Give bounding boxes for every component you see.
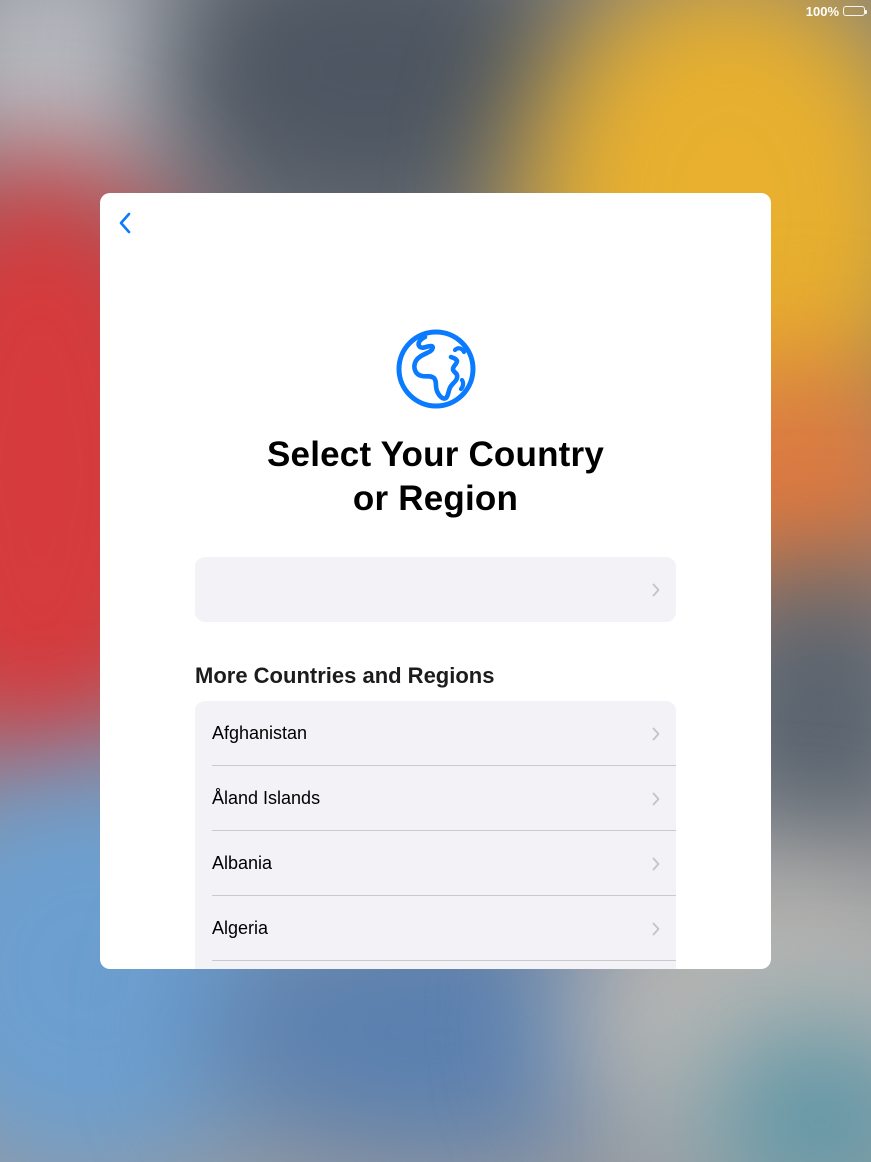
section-header: More Countries and Regions (195, 663, 495, 688)
chevron-right-icon (652, 727, 660, 740)
chevron-right-icon (652, 792, 660, 805)
chevron-left-icon (119, 212, 131, 234)
country-selection-sheet: Select Your Country or Region More Count… (100, 193, 771, 969)
country-label: Albania (212, 853, 273, 873)
country-row-partial[interactable] (195, 961, 676, 969)
chevron-right-icon (652, 583, 660, 596)
globe-africa-icon (396, 329, 476, 409)
status-bar: 100% (805, 3, 867, 19)
country-list: Afghanistan Åland Islands Albania Algeri… (195, 701, 676, 969)
country-row-aland-islands[interactable]: Åland Islands (195, 766, 676, 831)
back-button[interactable] (110, 207, 140, 239)
page-title: Select Your Country or Region (100, 433, 771, 521)
country-row-afghanistan[interactable]: Afghanistan (195, 701, 676, 766)
battery-percentage: 100% (805, 3, 839, 19)
chevron-right-icon (652, 922, 660, 935)
chevron-right-icon (652, 857, 660, 870)
page-title-line-1: Select Your Country (266, 435, 605, 474)
country-label: Åland Islands (212, 788, 321, 808)
country-label: Afghanistan (212, 723, 308, 743)
country-label: Algeria (212, 918, 269, 938)
battery-icon (843, 6, 867, 16)
suggested-country-row[interactable] (195, 557, 676, 622)
country-row-algeria[interactable]: Algeria (195, 896, 676, 961)
country-row-albania[interactable]: Albania (195, 831, 676, 896)
page-title-line-2: or Region (352, 479, 519, 518)
